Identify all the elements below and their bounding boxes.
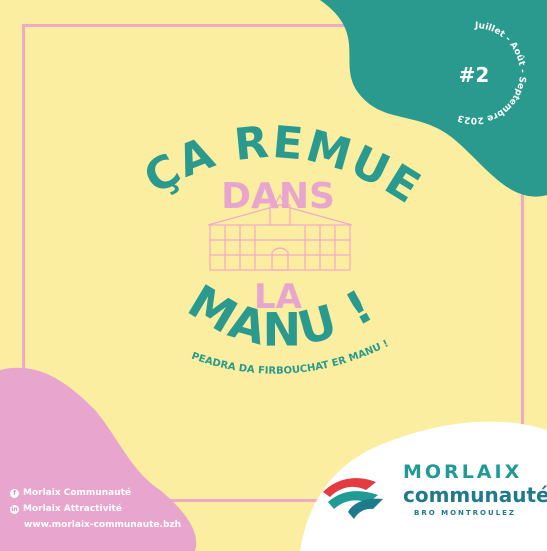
linkedin-icon: in [10,504,19,514]
cover: Juillet - Août - Septembre 2023 #2 ÇA RE… [0,0,547,551]
issue-number: #2 [459,63,490,87]
facebook-icon: f [10,488,19,498]
logo-mark-icon [323,478,383,519]
website-link[interactable]: www.morlaix-communaute.bzh [24,520,181,530]
linkedin-link[interactable]: in Morlaix Attractivité [10,504,122,514]
title-dans: DANS [221,176,335,217]
morlaix-logo[interactable]: MORLAIX communauté BRO MONTROULEZ [318,457,547,527]
facebook-link[interactable]: f Morlaix Communauté [10,488,131,498]
